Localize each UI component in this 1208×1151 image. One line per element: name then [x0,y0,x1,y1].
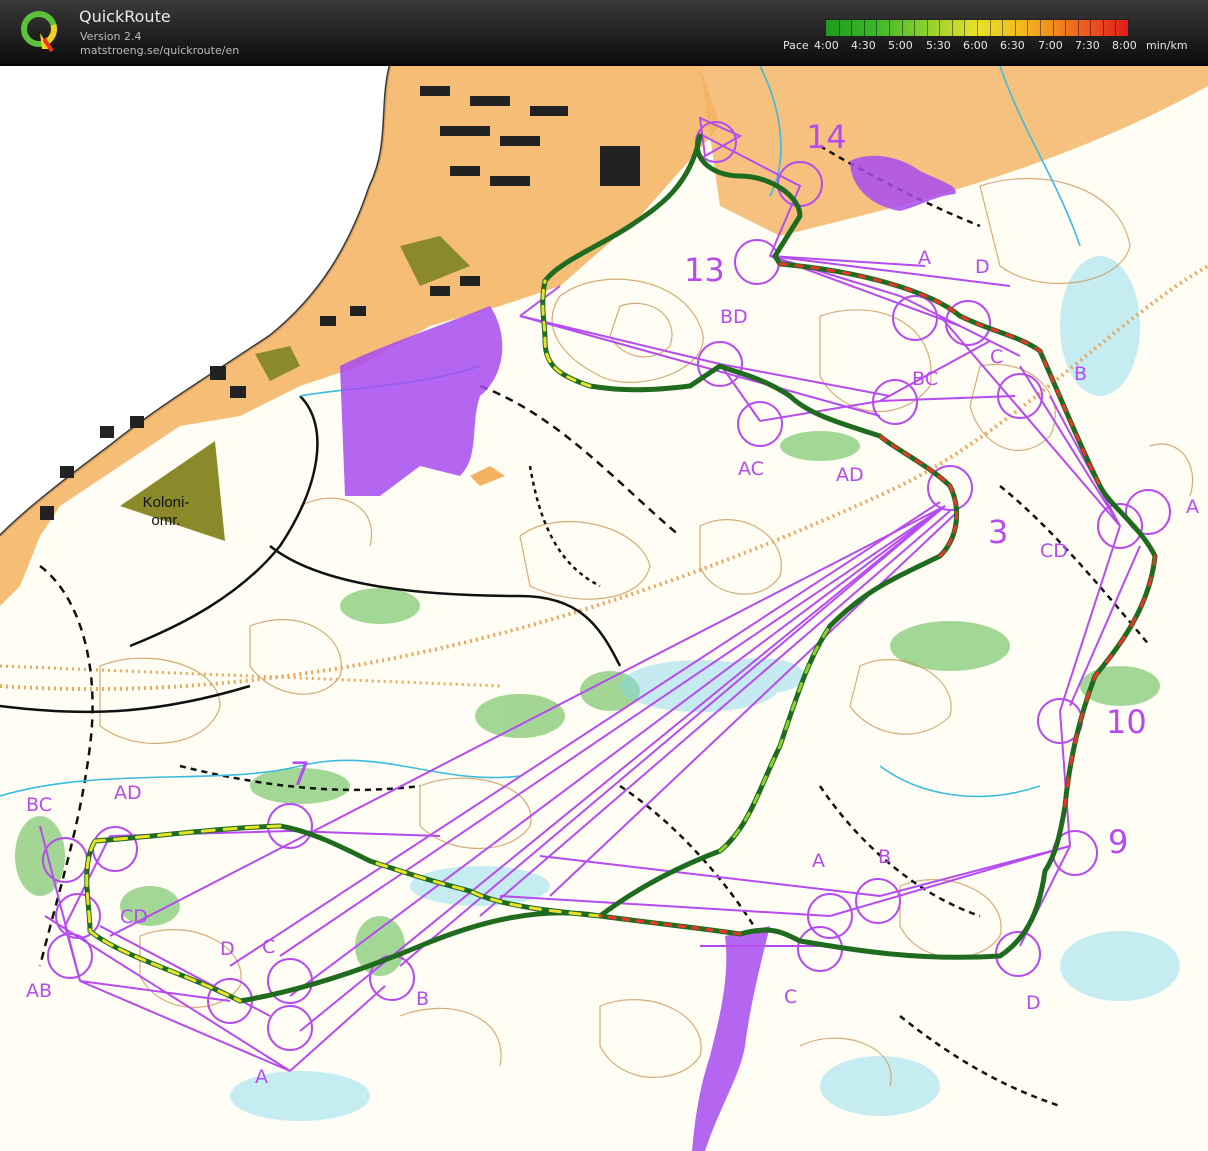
pace-scale-divider [964,20,966,36]
variant-label: D [220,938,235,960]
pace-scale-divider [989,20,991,36]
variant-label: C [262,936,276,958]
pace-tick-label: 6:00 [963,39,988,52]
area-label: Koloni- omr. [142,494,190,529]
variant-label: C [990,346,1004,368]
pace-scale-divider [939,20,941,36]
pace-scale-divider [1027,20,1029,36]
pace-tick-label: 4:00 [814,39,839,52]
variant-label: B [416,988,430,1010]
control-label-14: 14 [806,118,847,156]
variant-label: B [878,846,892,868]
pace-label: Pace [783,39,809,52]
variant-label: CD [1040,540,1068,562]
variant-label: BC [912,368,938,390]
pace-scale-divider [863,20,865,36]
forbidden-area [692,926,770,1151]
app-title: QuickRoute [79,7,171,26]
pace-scale-divider [1090,20,1092,36]
quickroute-logo-icon [21,11,57,53]
pace-tick-label: 4:30 [851,39,876,52]
control-label-13: 13 [684,251,725,289]
variant-label: AD [114,782,142,804]
orienteering-map[interactable]: Koloni- omr. 14 13 10 9 7 3 BD BC AC AD … [0,66,1208,1151]
app-version: Version 2.4 [80,30,142,43]
control-label-9: 9 [1108,823,1129,861]
pace-scale-divider [876,20,878,36]
pace-tick-label: 5:30 [926,39,951,52]
variant-label: BD [720,306,748,328]
pace-unit-label: min/km [1146,39,1188,52]
control-label-10: 10 [1106,703,1147,741]
pace-scale-divider [1102,20,1104,36]
pace-scale-divider [1077,20,1079,36]
variant-label: AC [738,458,764,480]
variant-label: A [255,1066,268,1088]
pace-scale-divider [914,20,916,36]
pace-scale-divider [1002,20,1004,36]
control-label-3: 3 [988,513,1009,551]
pace-tick-label: 6:30 [1000,39,1025,52]
pace-tick-label: 7:00 [1038,39,1063,52]
pace-tick-label: 5:00 [888,39,913,52]
pace-scale-divider [1014,20,1016,36]
pace-scale-divider [1115,20,1117,36]
pace-scale-divider [926,20,928,36]
app-url: matstroeng.se/quickroute/en [80,44,240,57]
variant-label: AD [836,464,864,486]
variant-label: B [1074,363,1088,385]
variant-label: A [812,850,825,872]
pace-scale-divider [951,20,953,36]
map-canvas [0,66,1208,1151]
variant-label: D [975,256,990,278]
variant-label: A [918,247,931,269]
pace-scale-divider [888,20,890,36]
pace-scale-divider [1065,20,1067,36]
app-header: QuickRoute Version 2.4 matstroeng.se/qui… [0,0,1208,66]
pace-scale-divider [901,20,903,36]
pace-color-scale [825,19,1129,37]
variant-label: AB [26,980,53,1002]
variant-label: CD [120,906,148,928]
pace-scale-divider [977,20,978,36]
variant-label: BC [26,794,52,816]
pace-scale-divider [851,20,853,36]
variant-label: C [784,986,798,1008]
control-label-7: 7 [290,755,311,793]
pace-scale-divider [1052,20,1054,36]
pace-tick-label: 7:30 [1075,39,1100,52]
pace-scale-divider [1039,20,1041,36]
pace-scale-divider [838,20,840,36]
variant-label: D [1026,992,1041,1014]
pace-tick-label: 8:00 [1112,39,1137,52]
variant-label: A [1186,496,1199,518]
